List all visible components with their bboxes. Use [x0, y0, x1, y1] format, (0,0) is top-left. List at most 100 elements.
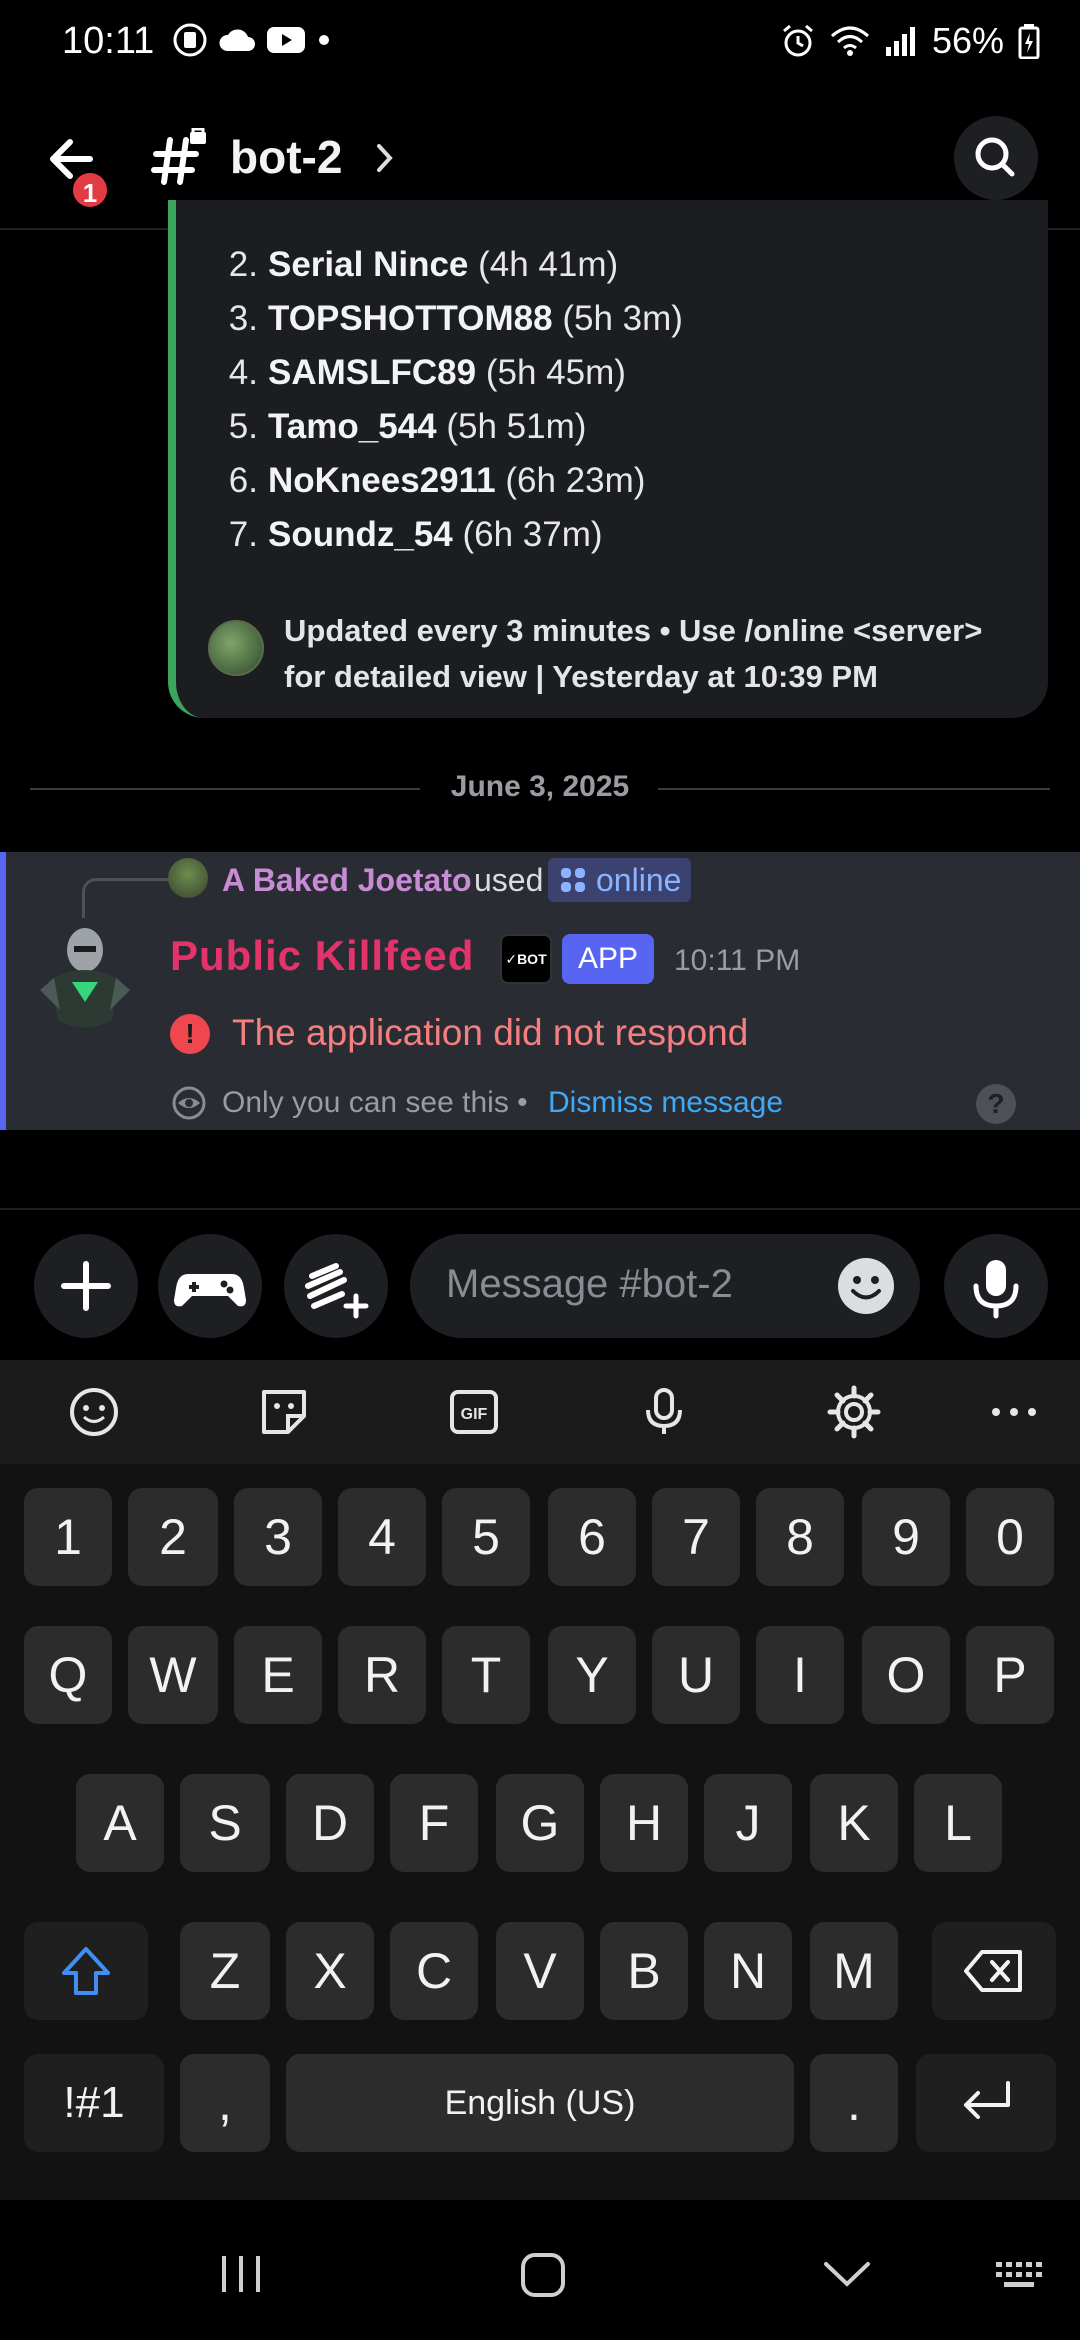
key-p[interactable]: P — [966, 1626, 1054, 1724]
key-r[interactable]: R — [338, 1626, 426, 1724]
status-bar: 10:11 56% — [0, 0, 1080, 84]
recent-apps-icon[interactable] — [216, 2252, 266, 2296]
key-b[interactable]: B — [600, 1922, 688, 2020]
key-o[interactable]: O — [862, 1626, 950, 1724]
status-left-icons — [172, 22, 332, 58]
key-j[interactable]: J — [704, 1774, 792, 1872]
row-rank: 7. — [228, 515, 258, 554]
locked-channel-icon — [151, 128, 206, 185]
key-5[interactable]: 5 — [442, 1488, 530, 1586]
key-l[interactable]: L — [914, 1774, 1002, 1872]
key-f[interactable]: F — [390, 1774, 478, 1872]
emoji-icon[interactable] — [66, 1384, 122, 1440]
voice-message-button[interactable] — [944, 1234, 1048, 1338]
navigation-bar — [0, 2200, 1080, 2340]
eye-icon — [172, 1086, 206, 1120]
sticker-icon[interactable] — [256, 1384, 312, 1440]
bot-avatar[interactable] — [30, 920, 140, 1040]
key-g[interactable]: G — [496, 1774, 584, 1872]
hide-keyboard-icon[interactable] — [820, 2256, 874, 2292]
row-time: (6h 37m) — [462, 515, 603, 554]
row-time: (4h 41m) — [478, 245, 619, 284]
microphone-icon — [973, 1260, 1019, 1319]
shift-key[interactable] — [24, 1922, 148, 2020]
reply-username[interactable]: A Baked Joetato — [222, 862, 472, 899]
slash-command-chip[interactable]: online — [548, 858, 692, 902]
add-attachment-button[interactable] — [34, 1234, 138, 1338]
gamepad-icon — [174, 1274, 246, 1307]
key-u[interactable]: U — [652, 1626, 740, 1724]
key-q[interactable]: Q — [24, 1626, 112, 1724]
gif-icon[interactable]: GIF — [446, 1384, 502, 1440]
key-m[interactable]: M — [810, 1922, 898, 2020]
keyboard-toolbar — [0, 1360, 1080, 1464]
key-v[interactable]: V — [496, 1922, 584, 2020]
space-key[interactable]: English (US) — [286, 2054, 794, 2152]
help-icon[interactable]: ? — [976, 1084, 1016, 1124]
row-time: (6h 23m) — [505, 461, 646, 500]
row-player: Serial Nince — [268, 245, 469, 284]
symbols-key[interactable]: !#1 — [24, 2054, 164, 2152]
more-options-icon[interactable] — [986, 1384, 1042, 1440]
keyboard-switch-icon[interactable] — [992, 2258, 1046, 2292]
key-x[interactable]: X — [286, 1922, 374, 2020]
bot-username[interactable]: Public Killfeed — [170, 932, 474, 980]
settings-gear-icon[interactable] — [826, 1384, 882, 1440]
battery-percent: 56% — [931, 20, 1004, 61]
row-player: Tamo_544 — [268, 407, 437, 446]
dismiss-message-link[interactable]: Dismiss message — [548, 1086, 783, 1120]
leaderboard-row: 7. Soundz_54 (6h 37m) — [210, 515, 603, 555]
row-time: (5h 45m) — [485, 353, 626, 392]
key-e[interactable]: E — [234, 1626, 322, 1724]
channel-name[interactable]: bot-2 — [230, 130, 342, 184]
row-time: (5h 51m) — [446, 407, 587, 446]
key-z[interactable]: Z — [180, 1922, 270, 2020]
apps-button[interactable] — [284, 1234, 388, 1338]
key-y[interactable]: Y — [548, 1626, 636, 1724]
row-rank: 4. — [228, 353, 258, 392]
enter-key[interactable] — [916, 2054, 1056, 2152]
search-button[interactable] — [954, 116, 1038, 200]
chevron-right-icon[interactable] — [374, 140, 396, 176]
key-s[interactable]: S — [180, 1774, 270, 1872]
key-6[interactable]: 6 — [548, 1488, 636, 1586]
key-t[interactable]: T — [442, 1626, 530, 1724]
battery-icon — [1018, 24, 1040, 59]
period-key[interactable]: . — [810, 2054, 898, 2152]
backspace-key[interactable] — [932, 1922, 1056, 2020]
key-a[interactable]: A — [76, 1774, 164, 1872]
key-w[interactable]: W — [128, 1626, 218, 1724]
key-2[interactable]: 2 — [128, 1488, 218, 1586]
key-d[interactable]: D — [286, 1774, 374, 1872]
key-h[interactable]: H — [600, 1774, 688, 1872]
key-1[interactable]: 1 — [24, 1488, 112, 1586]
key-7[interactable]: 7 — [652, 1488, 740, 1586]
home-icon[interactable] — [518, 2250, 568, 2300]
date-divider-label: June 3, 2025 — [450, 770, 630, 803]
key-4[interactable]: 4 — [338, 1488, 426, 1586]
slash-command-name: online — [596, 861, 682, 898]
key-3[interactable]: 3 — [234, 1488, 322, 1586]
voice-input-icon[interactable] — [636, 1384, 692, 1440]
app-command-icon — [561, 868, 585, 892]
enter-arrow-icon — [964, 2081, 1010, 2119]
key-8[interactable]: 8 — [756, 1488, 844, 1586]
key-i[interactable]: I — [756, 1626, 844, 1724]
key-c[interactable]: C — [390, 1922, 478, 2020]
status-right-icons: 56% — [780, 20, 1040, 62]
comma-key[interactable]: , — [180, 2054, 270, 2152]
row-player: SAMSLFC89 — [268, 353, 477, 392]
svg-text:GIF: GIF — [461, 1406, 488, 1423]
wifi-icon — [830, 26, 869, 56]
key-0[interactable]: 0 — [966, 1488, 1054, 1586]
youtube-icon — [267, 27, 305, 53]
key-n[interactable]: N — [704, 1922, 792, 2020]
key-k[interactable]: K — [810, 1774, 898, 1872]
emoji-icon[interactable] — [836, 1256, 896, 1316]
alarm-icon — [782, 24, 813, 57]
message-timestamp: 10:11 PM — [674, 944, 801, 977]
reply-avatar[interactable] — [168, 858, 208, 898]
key-9[interactable]: 9 — [862, 1488, 950, 1586]
plus-icon — [61, 1261, 111, 1311]
activities-button[interactable] — [158, 1234, 262, 1338]
